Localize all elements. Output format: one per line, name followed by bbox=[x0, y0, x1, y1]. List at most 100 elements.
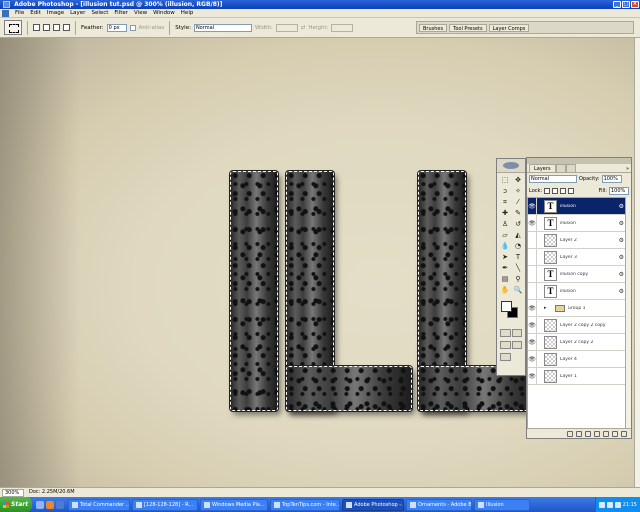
new-selection-mode-icon[interactable] bbox=[33, 24, 40, 31]
layer-row[interactable]: Layer 2 ⚙ bbox=[528, 232, 626, 249]
layer-row[interactable]: Tillusion ⚙ bbox=[528, 283, 626, 300]
paint-bucket-tool-icon[interactable]: ◭ bbox=[512, 230, 524, 240]
notes-tool-icon[interactable]: ▤ bbox=[499, 274, 511, 284]
layer-row[interactable]: 👁 Layer 1 bbox=[528, 368, 626, 385]
tab-paths[interactable] bbox=[565, 164, 576, 172]
adobe-online-icon[interactable] bbox=[497, 159, 525, 173]
visibility-eye-icon[interactable]: 👁 bbox=[528, 215, 537, 231]
type-tool-icon[interactable]: T bbox=[512, 252, 524, 262]
layer-effects-icon[interactable]: ⚙ bbox=[619, 237, 624, 244]
visibility-eye-icon[interactable] bbox=[528, 232, 537, 248]
tab-brushes[interactable]: Brushes bbox=[419, 23, 448, 32]
eraser-tool-icon[interactable]: ▱ bbox=[499, 230, 511, 240]
magic-wand-tool-icon[interactable]: ✧ bbox=[512, 186, 524, 196]
firefox-icon[interactable] bbox=[46, 500, 54, 509]
hand-tool-icon[interactable]: ✋ bbox=[499, 285, 511, 295]
clock[interactable]: 21:15 bbox=[623, 502, 637, 508]
width-input[interactable] bbox=[275, 23, 298, 32]
visibility-eye-icon[interactable] bbox=[528, 266, 537, 282]
lock-position-icon[interactable] bbox=[560, 188, 567, 194]
taskbar-button[interactable]: TopTenTips.com - Inte... bbox=[270, 498, 340, 511]
layer-style-icon[interactable] bbox=[576, 430, 582, 437]
feather-input[interactable]: 0 px bbox=[106, 23, 127, 32]
menu-select[interactable]: Select bbox=[88, 9, 111, 18]
crop-tool-icon[interactable]: ⌗ bbox=[499, 197, 511, 207]
taskbar-button[interactable]: Ornaments - Adobe Br... bbox=[406, 498, 472, 511]
pen-tool-icon[interactable]: ✒ bbox=[499, 263, 511, 273]
visibility-eye-icon[interactable] bbox=[528, 249, 537, 265]
layers-scrollbar[interactable] bbox=[625, 197, 631, 429]
marquee-tool-icon[interactable]: ⬚ bbox=[499, 175, 511, 185]
blend-mode-select[interactable]: Normal bbox=[529, 175, 577, 183]
menu-image[interactable]: Image bbox=[44, 9, 67, 18]
swap-dimensions-icon[interactable]: ⇄ bbox=[301, 25, 306, 31]
visibility-eye-icon[interactable]: 👁 bbox=[528, 317, 537, 333]
layer-row[interactable]: Layer 3 ⚙ bbox=[528, 249, 626, 266]
layer-effects-icon[interactable]: ⚙ bbox=[619, 220, 624, 227]
taskbar-button[interactable]: Total Commander ... bbox=[68, 498, 130, 511]
history-brush-tool-icon[interactable]: ↺ bbox=[512, 219, 524, 229]
media-icon[interactable] bbox=[56, 500, 64, 509]
layer-row[interactable]: 👁 Tillusion ⚙ bbox=[528, 198, 626, 215]
layer-effects-icon[interactable]: ⚙ bbox=[619, 288, 624, 295]
start-button[interactable]: Start bbox=[0, 497, 32, 512]
document-size-info[interactable]: Doc: 2.25M/20.6M bbox=[27, 488, 87, 497]
taskbar-button[interactable]: [128-128-128] - R... bbox=[132, 498, 198, 511]
layer-effects-icon[interactable]: ⚙ bbox=[619, 254, 624, 261]
intersect-selection-icon[interactable] bbox=[63, 24, 70, 31]
lasso-tool-icon[interactable]: ↄ bbox=[499, 186, 511, 196]
lock-transparency-icon[interactable] bbox=[544, 188, 551, 194]
layer-row[interactable]: 👁 Layer 2 copy 2 copy bbox=[528, 317, 626, 334]
visibility-eye-icon[interactable]: 👁 bbox=[528, 368, 537, 384]
layer-mask-icon[interactable] bbox=[585, 430, 591, 437]
eyedropper-tool-icon[interactable]: ⚲ bbox=[512, 274, 524, 284]
layer-effects-icon[interactable]: ⚙ bbox=[619, 271, 624, 278]
menu-view[interactable]: View bbox=[131, 9, 150, 18]
tab-channels[interactable] bbox=[555, 164, 566, 172]
menu-edit[interactable]: Edit bbox=[27, 9, 44, 18]
height-input[interactable] bbox=[331, 23, 354, 32]
path-selection-tool-icon[interactable]: ➤ bbox=[499, 252, 511, 262]
expand-group-icon[interactable]: ▸ bbox=[544, 305, 547, 311]
palette-menu-icon[interactable]: » bbox=[626, 166, 629, 172]
visibility-eye-icon[interactable]: 👁 bbox=[528, 334, 537, 350]
tab-tool-presets[interactable]: Tool Presets bbox=[449, 23, 487, 32]
visibility-eye-icon[interactable]: 👁 bbox=[528, 198, 537, 214]
style-select[interactable]: Normal bbox=[193, 23, 252, 32]
standard-mode-button[interactable] bbox=[500, 329, 511, 337]
clone-stamp-tool-icon[interactable]: ♙ bbox=[499, 219, 511, 229]
layer-row[interactable]: Tillusion copy ⚙ bbox=[528, 266, 626, 283]
maximize-button[interactable]: □ bbox=[622, 1, 630, 8]
internet-explorer-icon[interactable] bbox=[36, 500, 44, 509]
layer-row[interactable]: 👁 ▸ Group 1 bbox=[528, 300, 626, 317]
brush-tool-icon[interactable]: ✎ bbox=[512, 208, 524, 218]
tray-network-icon[interactable] bbox=[606, 501, 613, 508]
healing-brush-tool-icon[interactable]: ✚ bbox=[499, 208, 511, 218]
move-tool-icon[interactable]: ✥ bbox=[512, 175, 524, 185]
new-layer-icon[interactable] bbox=[612, 430, 618, 437]
layer-row[interactable]: 👁 Layer 4 bbox=[528, 351, 626, 368]
opacity-input[interactable]: 100% bbox=[601, 175, 622, 183]
menu-layer[interactable]: Layer bbox=[67, 9, 88, 18]
visibility-eye-icon[interactable]: 👁 bbox=[528, 300, 537, 316]
tool-preset-picker[interactable] bbox=[4, 20, 22, 35]
taskbar-button[interactable]: Windows Media Pla... bbox=[200, 498, 268, 511]
menu-help[interactable]: Help bbox=[178, 9, 197, 18]
lock-all-icon[interactable] bbox=[568, 188, 575, 194]
slice-tool-icon[interactable]: ⁄ bbox=[512, 197, 524, 207]
visibility-eye-icon[interactable]: 👁 bbox=[528, 351, 537, 367]
add-to-selection-icon[interactable] bbox=[43, 24, 50, 31]
lock-pixels-icon[interactable] bbox=[552, 188, 559, 194]
antialias-checkbox[interactable] bbox=[129, 24, 136, 31]
canvas-vertical-scrollbar[interactable] bbox=[634, 38, 640, 487]
menu-window[interactable]: Window bbox=[150, 9, 178, 18]
close-button[interactable]: × bbox=[631, 1, 639, 8]
menu-filter[interactable]: Filter bbox=[111, 9, 131, 18]
fill-input[interactable]: 100% bbox=[609, 187, 629, 195]
taskbar-button[interactable]: Illusion bbox=[474, 498, 530, 511]
taskbar-button[interactable]: Adobe Photoshop -... bbox=[342, 498, 404, 511]
trash-icon[interactable] bbox=[621, 430, 627, 437]
tab-layers[interactable]: Layers bbox=[529, 164, 556, 172]
zoom-level-field[interactable]: 300% bbox=[2, 488, 24, 497]
subtract-from-selection-icon[interactable] bbox=[53, 24, 60, 31]
